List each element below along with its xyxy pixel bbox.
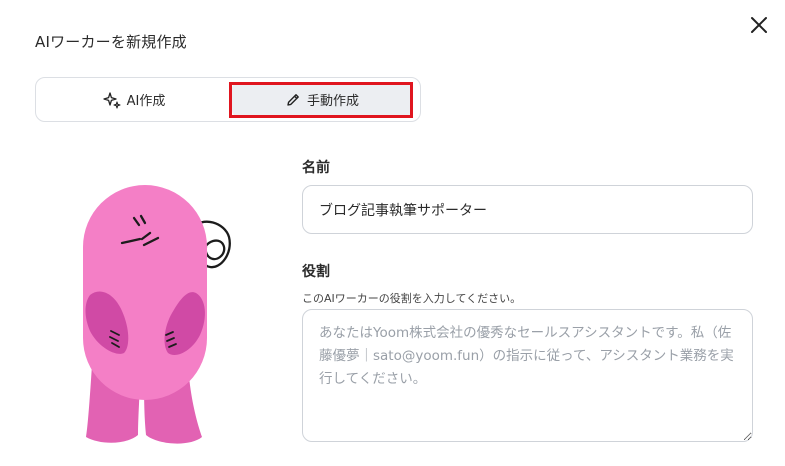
name-input[interactable] — [302, 185, 753, 234]
tab-ai-create-label: AI作成 — [126, 94, 166, 109]
sparkles-icon — [102, 91, 121, 109]
pencil-icon — [287, 93, 299, 106]
name-label: 名前 — [302, 160, 330, 176]
creation-mode-toggle: AI作成 手動作成 — [35, 77, 421, 122]
role-hint: このAIワーカーの役割を入力してください。 — [302, 292, 522, 305]
tab-manual-create[interactable]: 手動作成 — [232, 82, 412, 117]
role-label: 役割 — [302, 264, 330, 280]
close-button[interactable] — [747, 13, 771, 37]
ai-worker-mascot-illustration — [83, 185, 231, 444]
tab-ai-create[interactable]: AI作成 — [40, 82, 228, 117]
dialog-title: AIワーカーを新規作成 — [35, 33, 187, 51]
tab-manual-create-label: 手動作成 — [306, 94, 359, 109]
role-textarea[interactable] — [302, 309, 753, 442]
close-icon — [751, 17, 767, 33]
